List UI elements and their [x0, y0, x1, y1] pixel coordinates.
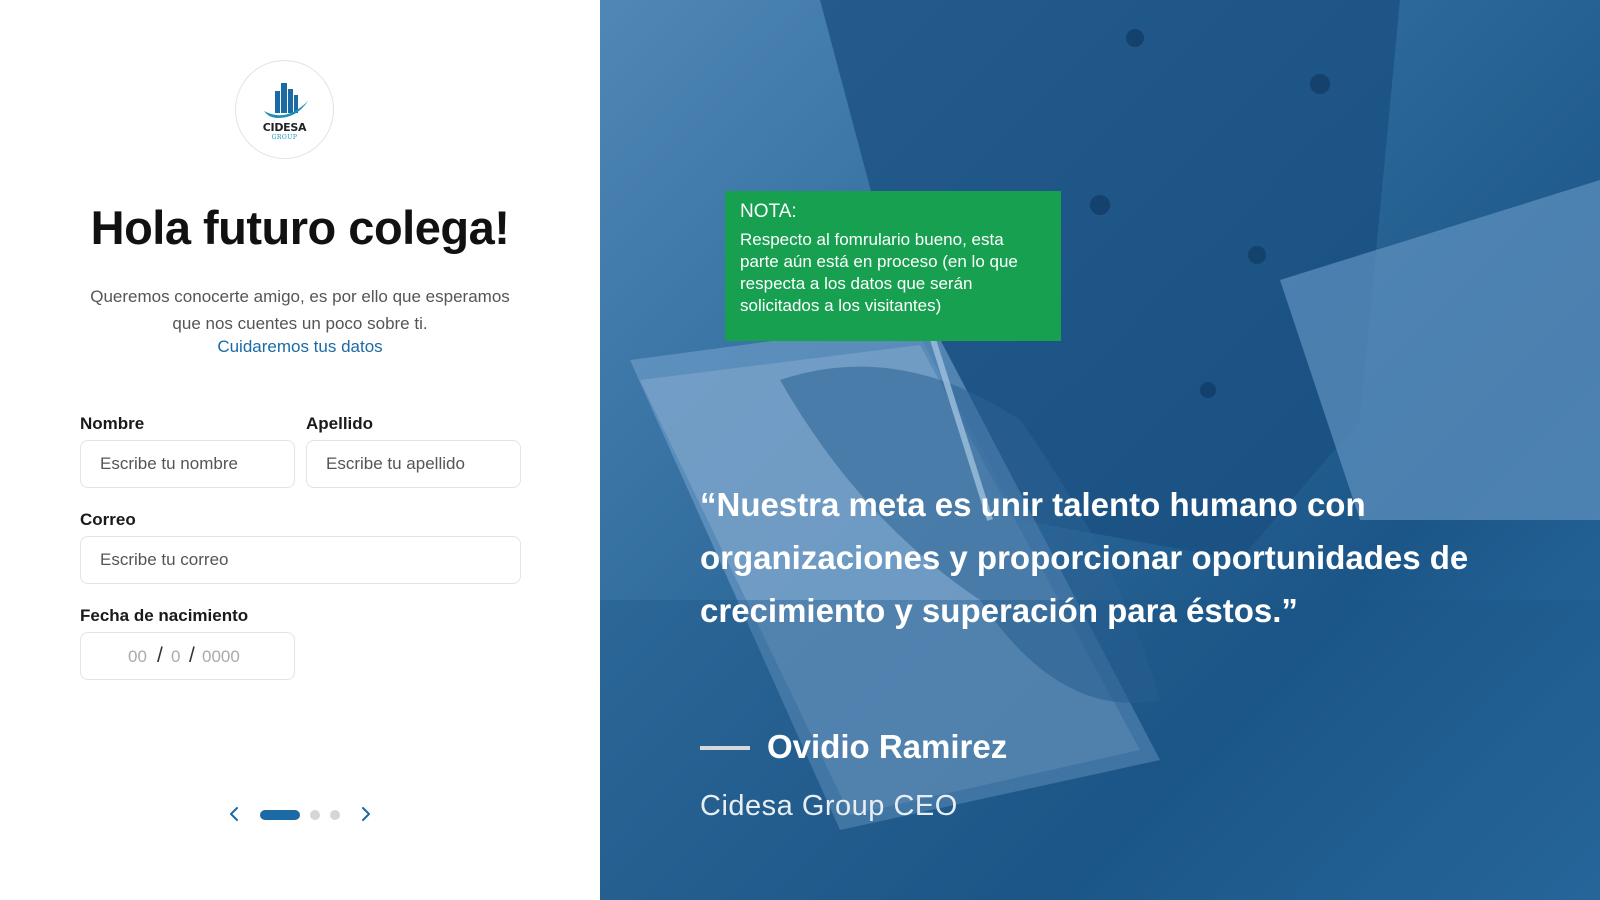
correo-label: Correo: [80, 510, 136, 529]
date-separator: /: [189, 644, 195, 667]
logo-subtitle: GROUP: [271, 134, 298, 141]
page-title: Hola futuro colega!: [90, 201, 510, 254]
birthdate-year[interactable]: 0000: [202, 647, 240, 667]
birthdate-day[interactable]: 00: [128, 647, 147, 667]
testimonial-quote: “Nuestra meta es unir talento humano con…: [700, 486, 1469, 629]
note-body: Respecto al fomrulario bueno, esta parte…: [740, 230, 1018, 315]
apellido-input[interactable]: [306, 440, 521, 488]
step-indicator[interactable]: [310, 810, 320, 820]
signup-panel: CIDESA GROUP Hola futuro colega! Queremo…: [0, 0, 600, 900]
hero-panel: [600, 0, 1600, 900]
birthdate-month[interactable]: 0: [171, 647, 180, 667]
chevron-left-icon[interactable]: [225, 804, 245, 824]
date-separator: /: [157, 644, 163, 667]
birthdate-field[interactable]: 00 / 0 / 0000: [80, 632, 295, 680]
logo-wordmark: CIDESA: [262, 121, 307, 134]
testimonial-role: Cidesa Group CEO: [700, 790, 958, 822]
testimonial-author: Ovidio Ramirez: [767, 728, 1008, 765]
note-heading: NOTA:: [740, 201, 797, 222]
nombre-label: Nombre: [80, 414, 145, 433]
building-logo-icon: [264, 83, 308, 119]
author-divider: [700, 746, 750, 750]
chevron-right-icon[interactable]: [355, 804, 375, 824]
step-indicator-active: [260, 810, 300, 820]
nombre-input[interactable]: [80, 440, 295, 488]
intro-text: Queremos conocerte amigo, es por ello qu…: [90, 287, 510, 333]
apellido-label: Apellido: [306, 414, 374, 433]
privacy-link[interactable]: Cuidaremos tus datos: [0, 337, 600, 357]
step-indicator[interactable]: [330, 810, 340, 820]
hero-background-image: [600, 0, 1600, 900]
fecha-label: Fecha de nacimiento: [80, 606, 249, 625]
note-box: NOTA: Respecto al fomrulario bueno, esta…: [725, 191, 1061, 341]
company-logo: CIDESA GROUP: [235, 60, 334, 159]
correo-input[interactable]: [80, 536, 521, 584]
